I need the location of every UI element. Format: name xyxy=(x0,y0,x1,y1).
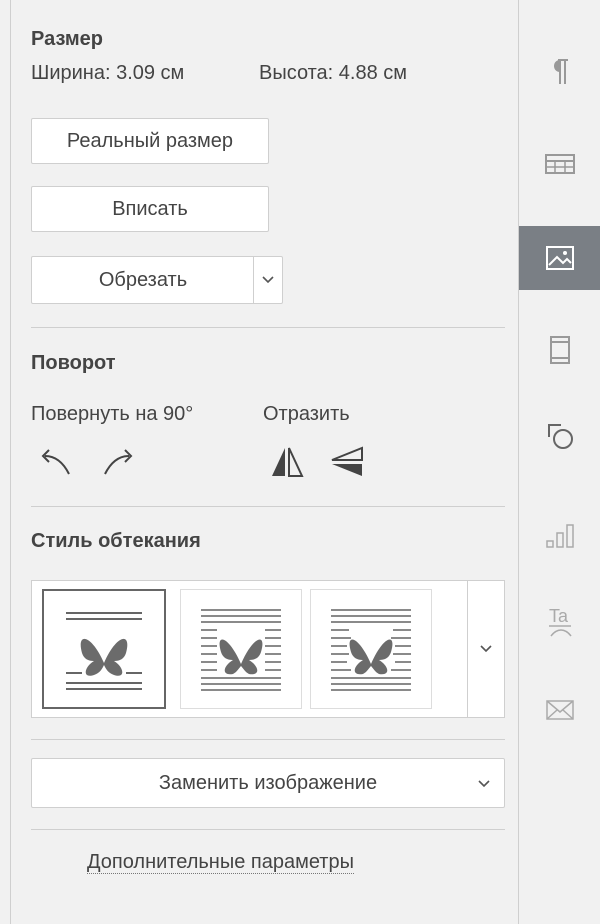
image-settings-tab[interactable] xyxy=(519,226,600,290)
shape-settings-tab[interactable] xyxy=(519,404,600,468)
table-icon xyxy=(545,154,575,174)
image-icon xyxy=(546,246,574,270)
section-divider xyxy=(31,327,505,328)
mail-merge-settings-tab[interactable] xyxy=(519,678,600,742)
header-footer-settings-tab[interactable] xyxy=(519,318,600,382)
flip-horizontal-icon xyxy=(272,447,304,477)
chevron-down-icon xyxy=(480,645,492,653)
rotate-left-icon xyxy=(41,449,70,475)
flip-vertical-icon xyxy=(331,446,363,476)
text-art-settings-tab[interactable]: Ta xyxy=(519,590,600,654)
actual-size-button[interactable]: Реальный размер xyxy=(31,118,269,164)
fit-button[interactable]: Вписать xyxy=(31,186,269,232)
shape-icon xyxy=(548,424,573,449)
wrapping-section-title: Стиль обтекания xyxy=(31,530,201,552)
header-footer-icon xyxy=(550,336,570,364)
section-divider xyxy=(31,829,505,830)
svg-text:Ta: Ta xyxy=(549,606,569,626)
advanced-settings-link[interactable]: Дополнительные параметры xyxy=(87,851,354,874)
rotate-right-icon xyxy=(104,449,133,475)
rotate-counterclockwise-button[interactable] xyxy=(35,444,75,480)
rotate-clockwise-button[interactable] xyxy=(99,444,139,480)
wrap-tight-icon xyxy=(331,609,411,691)
paragraph-icon xyxy=(554,59,568,84)
rotate-90-label: Повернуть на 90° xyxy=(31,403,194,425)
flip-label: Отразить xyxy=(263,403,350,425)
image-settings-panel: Размер Ширина: 3.09 см Высота: 4.88 см Р… xyxy=(10,0,519,924)
chevron-down-icon xyxy=(478,780,490,788)
wrap-inline-icon xyxy=(66,612,142,690)
chart-icon xyxy=(546,524,574,548)
replace-image-label: Заменить изображение xyxy=(158,771,378,794)
flip-horizontal-button[interactable] xyxy=(267,444,307,480)
rotation-section-title: Поворот xyxy=(31,352,116,374)
section-divider xyxy=(31,739,505,740)
crop-button-label[interactable]: Обрезать xyxy=(32,269,254,292)
wrap-style-dropdown-toggle[interactable] xyxy=(467,581,504,717)
replace-image-button[interactable]: Заменить изображение xyxy=(31,758,505,808)
wrapping-style-picker[interactable] xyxy=(31,580,505,718)
flip-vertical-button[interactable] xyxy=(327,444,367,480)
mail-merge-icon xyxy=(546,700,574,720)
wrap-style-inline[interactable] xyxy=(42,589,166,709)
image-width-label: Ширина: 3.09 см xyxy=(31,62,185,84)
chart-settings-tab[interactable] xyxy=(519,504,600,568)
size-section-title: Размер xyxy=(31,28,104,50)
crop-split-button[interactable]: Обрезать xyxy=(31,256,283,304)
text-art-icon: Ta xyxy=(549,606,572,637)
table-settings-tab[interactable] xyxy=(519,132,600,196)
image-height-label: Высота: 4.88 см xyxy=(259,62,408,84)
section-divider xyxy=(31,506,505,507)
wrap-square-icon xyxy=(201,609,281,691)
paragraph-settings-tab[interactable] xyxy=(519,40,600,104)
crop-dropdown-toggle[interactable] xyxy=(253,257,282,303)
right-sidebar: Ta xyxy=(518,0,600,924)
wrap-style-tight[interactable] xyxy=(310,589,432,709)
wrap-style-square[interactable] xyxy=(180,589,302,709)
chevron-down-icon xyxy=(262,276,274,284)
